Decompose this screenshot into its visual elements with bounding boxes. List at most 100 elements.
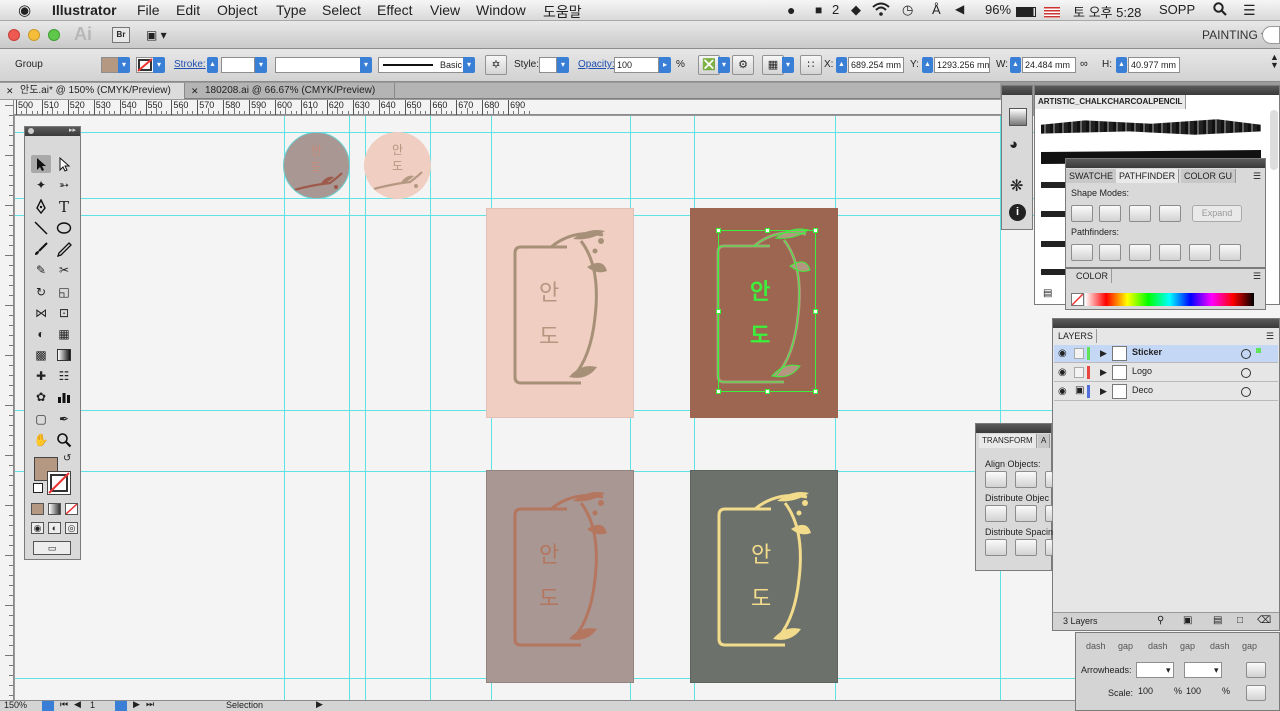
previous-artboard-button[interactable]: ◀ (74, 699, 81, 710)
minimize-window-button[interactable] (28, 29, 40, 41)
stroke-weight-dropdown[interactable]: ▾ (255, 57, 267, 73)
constrain-proportions-icon[interactable]: ∞ (1080, 58, 1088, 70)
current-tool-label[interactable]: Selection (226, 700, 263, 710)
layer-row-logo[interactable]: ◉ ▶ Logo (1054, 364, 1278, 382)
swap-fill-stroke-icon[interactable]: ↺ (63, 453, 71, 464)
unite-button[interactable] (1071, 205, 1093, 222)
minus-back-button[interactable] (1219, 244, 1241, 261)
new-layer-icon[interactable]: □ (1237, 615, 1243, 626)
stroke-weight-field[interactable] (221, 57, 255, 73)
pathfinder-titlebar[interactable] (1066, 159, 1265, 168)
workspace-switcher[interactable]: PAINTING ▾ (1202, 28, 1267, 42)
guide-line[interactable] (284, 116, 285, 711)
stroke-dropdown[interactable]: ▾ (153, 57, 165, 73)
x-spinner[interactable]: ▲ (836, 57, 847, 73)
close-tab-icon[interactable]: ✕ (191, 83, 199, 99)
layers-menu-icon[interactable]: ☰ (1266, 331, 1274, 342)
apple-icon[interactable]: ◉ (18, 1, 31, 19)
tab-pathfinder[interactable]: PATHFINDER (1116, 169, 1180, 183)
start-scale-value[interactable]: 100 (1138, 686, 1153, 696)
brushes-scrollbar[interactable] (1270, 110, 1278, 170)
layer-name[interactable]: Deco (1132, 385, 1153, 395)
draw-behind-button[interactable]: ◐ (48, 522, 61, 534)
h-spinner[interactable]: ▲ (1116, 57, 1127, 73)
align-to-key-button[interactable] (1045, 539, 1053, 556)
appearance-panel-icon[interactable] (1009, 108, 1027, 126)
magic-wand-tool[interactable]: ✦ (31, 176, 51, 194)
evernote-icon[interactable]: ◆ (851, 2, 861, 18)
tab-layers[interactable]: LAYERS (1055, 329, 1097, 343)
layer-name[interactable]: Sticker (1132, 347, 1162, 357)
blend-tool[interactable]: ☷ (54, 367, 74, 385)
lock-toggle[interactable] (1074, 348, 1084, 359)
tab-align[interactable]: A (1038, 434, 1051, 448)
notification-icon[interactable]: ■ (815, 3, 822, 17)
draw-inside-button[interactable]: ◎ (65, 522, 78, 534)
pencil-tool[interactable] (54, 240, 74, 258)
w-field[interactable]: 24.484 mm (1022, 57, 1076, 73)
last-artboard-button[interactable]: ⏭ (146, 699, 154, 710)
resize-handle[interactable] (765, 389, 770, 394)
stroke-weight-spinner[interactable]: ▲ (207, 57, 218, 73)
none-color-swatch[interactable] (1071, 293, 1084, 306)
exclude-button[interactable] (1159, 205, 1181, 222)
menu-edit[interactable]: Edit (176, 2, 200, 18)
blob-brush-tool[interactable]: ✎ (31, 261, 51, 279)
recolor-dropdown[interactable]: ▾ (718, 57, 730, 73)
layer-row-sticker[interactable]: ◉ ▶ Sticker (1054, 345, 1278, 363)
sticker-card-gray[interactable]: 안 도 (690, 470, 838, 683)
shape-builder-tool[interactable]: ◐ (31, 325, 51, 343)
visibility-eye-icon[interactable]: ◉ (1058, 386, 1067, 397)
align-right-button[interactable] (1045, 471, 1053, 488)
stroke-label[interactable]: Stroke: (174, 59, 206, 70)
fill-swatch[interactable] (101, 57, 119, 73)
opacity-label[interactable]: Opacity: (578, 59, 615, 70)
sticker-card-mauve[interactable]: 안 도 (486, 470, 634, 683)
variable-width-dropdown[interactable]: ▾ (360, 57, 372, 73)
layer-name[interactable]: Logo (1132, 366, 1152, 376)
divide-button[interactable] (1071, 244, 1093, 261)
recolor-artwork-button[interactable]: ❎ (698, 55, 720, 75)
lasso-tool[interactable]: ➳ (54, 176, 74, 194)
tab-color-guide[interactable]: COLOR GU (1181, 169, 1237, 183)
type-tool[interactable]: T (54, 198, 74, 216)
none-mode-button[interactable] (65, 503, 78, 515)
distribute-vspace-button[interactable] (985, 539, 1007, 556)
clock-label[interactable]: 토 오후 5:28 (1073, 2, 1141, 21)
menu-effect[interactable]: Effect (377, 2, 413, 18)
trim-button[interactable] (1099, 244, 1121, 261)
merge-button[interactable] (1129, 244, 1151, 261)
sticker-card-pink[interactable]: 안 도 (486, 208, 634, 418)
circle-sticker-mauve[interactable]: 안 도 (283, 132, 350, 199)
fill-dropdown[interactable]: ▾ (118, 57, 130, 73)
brush-library-menu-button[interactable]: ▤ (1043, 288, 1052, 299)
sticker-card-brown-selected[interactable]: 안 도 (690, 208, 838, 418)
zoom-level[interactable]: 150% (4, 700, 27, 710)
vertical-ruler[interactable] (0, 100, 14, 711)
opacity-field[interactable]: 100 (614, 57, 659, 73)
resize-handle[interactable] (716, 228, 721, 233)
resize-handle[interactable] (765, 228, 770, 233)
w-spinner[interactable]: ▲ (1010, 57, 1021, 73)
expand-layer-icon[interactable]: ▶ (1100, 386, 1107, 397)
selection-tool[interactable] (31, 155, 51, 173)
notification-center-icon[interactable]: ☰ (1243, 2, 1256, 19)
align-to-dropdown[interactable]: ▾ (782, 57, 794, 73)
mesh-tool[interactable]: ▩ (31, 346, 51, 364)
selection-indicator[interactable] (1256, 348, 1261, 353)
menu-object[interactable]: Object (217, 2, 257, 18)
guide-line[interactable] (349, 116, 350, 711)
align-titlebar[interactable] (976, 424, 1051, 433)
menu-view[interactable]: View (430, 2, 460, 18)
opacity-dropdown[interactable]: ▸ (659, 57, 671, 73)
user-label[interactable]: SOPP (1159, 2, 1195, 17)
default-fill-stroke-icon[interactable] (33, 483, 43, 493)
resize-handle[interactable] (813, 309, 818, 314)
chat-icon[interactable]: ● (787, 2, 795, 18)
link-scale-button[interactable] (1246, 685, 1266, 701)
control-panel-menu-icon[interactable]: ▲ ▼ (1270, 53, 1279, 70)
distribute-hspace-button[interactable] (1015, 539, 1037, 556)
visibility-eye-icon[interactable]: ◉ (1058, 367, 1067, 378)
stroke-color-box[interactable] (47, 471, 71, 495)
brush-definition-dropdown[interactable]: ▾ (463, 57, 475, 73)
